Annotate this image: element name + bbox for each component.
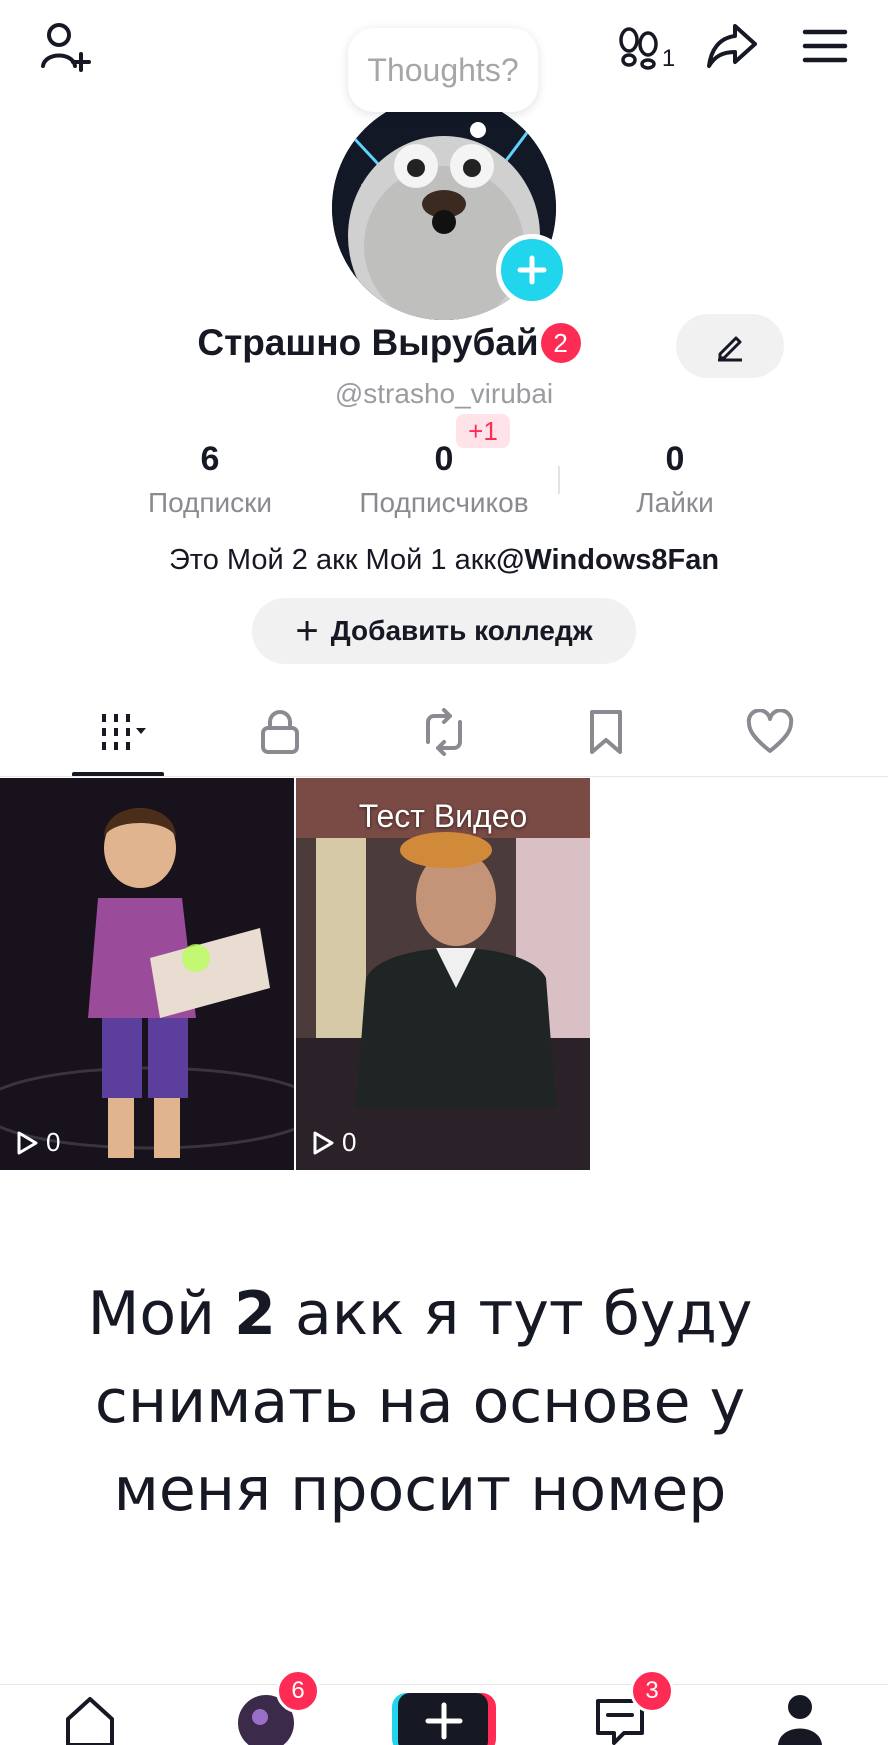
plus-icon: + bbox=[295, 609, 319, 653]
pencil-icon bbox=[718, 336, 742, 362]
likes-stat[interactable]: 0 Лайки bbox=[565, 440, 785, 519]
video-2-views: 0 bbox=[310, 1127, 356, 1158]
inbox-badge: 3 bbox=[630, 1669, 674, 1713]
add-friend-button[interactable] bbox=[30, 14, 100, 78]
video-2-view-count: 0 bbox=[342, 1127, 357, 1157]
name-badge: 2 bbox=[540, 323, 581, 363]
display-name: Страшно Вырубай bbox=[197, 322, 539, 363]
followers-label: Подписчиков bbox=[359, 487, 529, 518]
video-1-views: 0 bbox=[14, 1127, 60, 1158]
tab-liked[interactable] bbox=[728, 700, 812, 764]
hamburger-menu-icon bbox=[802, 29, 848, 63]
edit-name-button[interactable] bbox=[676, 314, 784, 378]
thoughts-bubble-tail bbox=[470, 122, 486, 138]
create-plus-icon bbox=[392, 1693, 496, 1745]
followers-count: 0 bbox=[434, 440, 454, 478]
profile-visitors-button[interactable]: 1 bbox=[612, 18, 680, 78]
tab-videos[interactable] bbox=[72, 700, 172, 764]
thoughts-prompt: Thoughts? bbox=[367, 51, 519, 88]
tabs-divider bbox=[0, 776, 888, 777]
play-icon bbox=[313, 1131, 334, 1154]
followers-stat[interactable]: 0 Подписчиков bbox=[334, 440, 554, 519]
bio-mention-link[interactable]: @Windows8Fan bbox=[496, 544, 719, 576]
tab-favorites[interactable] bbox=[566, 700, 646, 764]
plus-icon bbox=[517, 255, 547, 285]
stat-divider bbox=[558, 466, 560, 494]
video-thumbnail-2[interactable]: Тест Видео 0 bbox=[296, 778, 590, 1170]
thoughts-bubble[interactable]: Thoughts? bbox=[348, 28, 538, 112]
add-user-icon bbox=[41, 23, 91, 72]
caption-part1: Мой bbox=[87, 1279, 235, 1349]
repost-icon bbox=[426, 708, 462, 756]
lock-icon bbox=[261, 710, 299, 754]
bookmark-icon bbox=[590, 710, 622, 754]
caption-bold: 2 bbox=[234, 1279, 276, 1349]
following-count: 6 bbox=[200, 440, 220, 478]
following-label: Подписки bbox=[147, 487, 273, 518]
share-profile-button[interactable] bbox=[700, 14, 764, 78]
bottom-navigation: 6 3 bbox=[0, 1669, 888, 1745]
add-story-button[interactable] bbox=[496, 234, 568, 306]
friends-badge: 6 bbox=[276, 1669, 320, 1713]
nav-profile[interactable] bbox=[760, 1693, 840, 1745]
add-college-label: Добавить колледж bbox=[330, 615, 593, 646]
likes-label: Лайки bbox=[636, 487, 714, 518]
video-thumbnail-1[interactable]: 0 bbox=[0, 778, 294, 1170]
video-2-image bbox=[296, 778, 590, 1170]
footprints-icon bbox=[619, 27, 658, 70]
play-icon bbox=[17, 1131, 38, 1154]
bio: Это Мой 2 акк Мой 1 акк@Windows8Fan bbox=[0, 544, 888, 577]
video-1-image bbox=[0, 778, 294, 1170]
username: @strasho_virubai bbox=[334, 378, 554, 409]
grid-icon bbox=[102, 714, 146, 750]
nav-home[interactable] bbox=[50, 1693, 130, 1745]
visitors-count: 1 bbox=[661, 45, 676, 72]
nav-create[interactable] bbox=[392, 1691, 496, 1745]
profile-person-icon bbox=[778, 1695, 822, 1745]
share-arrow-icon bbox=[707, 24, 757, 68]
add-college-button[interactable]: + Добавить колледж bbox=[252, 598, 636, 664]
home-icon bbox=[66, 1697, 114, 1745]
following-stat[interactable]: 6 Подписки bbox=[100, 440, 320, 519]
bio-text: Это Мой 2 акк Мой 1 акк bbox=[168, 544, 497, 576]
likes-count: 0 bbox=[665, 440, 685, 478]
overlay-caption: Мой 2 акк я тут буду снимать на основе у… bbox=[20, 1270, 820, 1534]
menu-button[interactable] bbox=[790, 14, 860, 78]
tab-reposts[interactable] bbox=[404, 700, 484, 764]
heart-icon bbox=[746, 709, 794, 753]
video-1-view-count: 0 bbox=[46, 1127, 61, 1157]
video-2-title: Тест Видео bbox=[358, 798, 528, 834]
tab-private[interactable] bbox=[240, 700, 320, 764]
